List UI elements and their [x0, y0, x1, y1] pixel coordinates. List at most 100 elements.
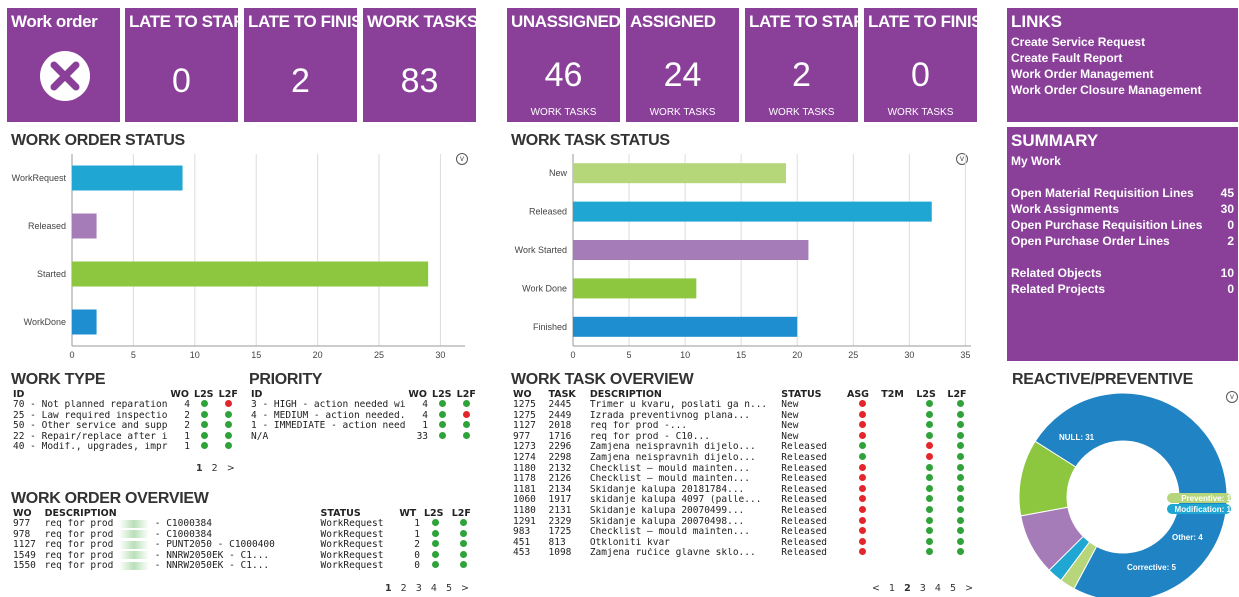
table-row[interactable]: 3 - HIGH - action needed wit... 4 [249, 400, 479, 411]
col-description[interactable]: DESCRIPTION [588, 390, 779, 400]
page-link[interactable]: > [965, 583, 974, 594]
bar-work-done[interactable] [573, 278, 697, 299]
table-row[interactable]: 1181 2134 Skidanje kalupa 20181784... Relea… [511, 484, 976, 496]
page-1[interactable]: 1 [196, 463, 204, 474]
col-wt[interactable]: WT [397, 509, 422, 519]
table-row[interactable]: N/A 33 [249, 431, 479, 443]
table-row[interactable]: 1127 req for prod - PUNT2050 - C1000400 Wo… [11, 540, 477, 551]
page-next[interactable]: > [227, 463, 236, 474]
col-wo[interactable]: WO [168, 390, 192, 400]
col-status[interactable]: STATUS [319, 509, 398, 519]
status-dot [926, 516, 934, 524]
bar-released[interactable] [573, 201, 932, 222]
late-to-finish-tasks-tile[interactable]: LATE TO FINISH 0 WORK TASKS [864, 8, 994, 122]
late-to-start-tile[interactable]: LATE TO START 0 [125, 8, 255, 122]
table-row[interactable]: 977 req for prod - C1000384 WorkRequest 1 [11, 519, 477, 530]
table-row[interactable]: 70 - Not planned reparations... 4 [11, 400, 241, 411]
col-task[interactable]: TASK [547, 390, 588, 400]
page-2[interactable]: 2 [212, 463, 219, 474]
col-l2f[interactable]: L2F [217, 390, 241, 400]
col-l2s[interactable]: L2S [914, 390, 945, 400]
table-row[interactable]: 1291 2329 Skidanje kalupa 20070498... Relea… [511, 516, 976, 528]
page-link[interactable]: 4 [431, 583, 438, 594]
page-link[interactable]: 5 [950, 583, 957, 594]
table-row[interactable]: 1274 2298 Zamjena neispravnih dijelo... Rel… [511, 452, 976, 464]
table-row[interactable]: 4 - MEDIUM - action needed... 4 [249, 410, 479, 422]
col-l2s[interactable]: L2S [430, 390, 455, 400]
bar-workdone[interactable] [72, 309, 97, 335]
col-id[interactable]: ID [11, 390, 168, 400]
table-row[interactable]: 977 1716 req for prod - C10... New [511, 431, 976, 443]
table-row[interactable]: 50 - Other service and supp... 2 [11, 421, 241, 432]
col-l2s[interactable]: L2S [422, 509, 450, 519]
summary-row[interactable]: Open Purchase Order Lines 2 [1011, 234, 1234, 248]
col-wo[interactable]: WO [511, 390, 547, 400]
col-id[interactable]: ID [249, 390, 406, 400]
col-l2f[interactable]: L2F [455, 390, 479, 400]
work-task-overview-pager[interactable]: < 1 2 3 4 5 > [872, 583, 978, 594]
unassigned-tile[interactable]: UNASSIGNED 46 WORK TASKS [507, 8, 621, 122]
late-to-start-tasks-tile[interactable]: LATE TO START 2 WORK TASKS [745, 8, 875, 122]
page-link[interactable]: 2 [401, 583, 408, 594]
col-asg[interactable]: ASG [845, 390, 879, 400]
summary-row[interactable]: Related Objects 10 [1011, 266, 1234, 280]
col-wo[interactable]: WO [11, 509, 43, 519]
page-link[interactable]: 1 [889, 583, 896, 594]
bar-work-started[interactable] [573, 240, 809, 260]
table-row[interactable]: 1275 2445 Trimer u kvaru, poslati ga n... N… [511, 400, 976, 411]
page-link[interactable]: 1 [385, 583, 393, 594]
table-row[interactable]: 1 - IMMEDIATE - action need... 1 [249, 421, 479, 432]
col-l2s[interactable]: L2S [192, 390, 217, 400]
table-row[interactable]: 1178 2126 Checklist – mould mainten... Rele… [511, 474, 976, 485]
col-description[interactable]: DESCRIPTION [43, 509, 319, 519]
table-row[interactable]: 22 - Repair/replace after ins... 1 [11, 431, 241, 443]
cell-wo: 1550 [13, 561, 36, 572]
work-order-overview-pager[interactable]: 1 2 3 4 5 > [385, 583, 474, 594]
bar-started[interactable] [72, 261, 429, 287]
link-create-fault-report[interactable]: Create Fault Report [1011, 51, 1122, 65]
table-row[interactable]: 1127 2018 req for prod -... New [511, 421, 976, 432]
col-l2f[interactable]: L2F [450, 509, 477, 519]
summary-row[interactable]: Related Projects 0 [1011, 282, 1234, 296]
work-type-pager[interactable]: 1 2 > [196, 463, 236, 474]
bar-new[interactable] [573, 163, 787, 184]
page-link[interactable]: < [872, 583, 881, 594]
table-row[interactable]: 1275 2449 Izrada preventivnog plana... New [511, 410, 976, 422]
table-row[interactable]: 453 1098 Zamjena ručice glavne sklo... Rele… [511, 548, 976, 559]
table-row[interactable]: 983 1725 Checklist – mould mainten... Relea… [511, 527, 976, 538]
table-row[interactable]: 1060 1917 skidanje kalupa 4097 (palle... Re… [511, 495, 976, 506]
work-tasks-tile[interactable]: WORK TASKS 83 [363, 8, 478, 122]
table-row[interactable]: 1550 req for prod - NNRW2050EK - C1... Wor… [11, 561, 477, 572]
cell-l2f [450, 550, 477, 562]
assigned-tile[interactable]: ASSIGNED 24 WORK TASKS [626, 8, 739, 122]
link-create-service-request[interactable]: Create Service Request [1011, 35, 1145, 49]
bar-finished[interactable] [573, 316, 798, 337]
col-wo[interactable]: WO [406, 390, 430, 400]
page-link[interactable]: 5 [446, 583, 453, 594]
summary-row[interactable]: Open Purchase Requisition Lines 0 [1011, 218, 1234, 232]
summary-row[interactable]: Work Assignments 30 [1011, 202, 1234, 216]
table-row[interactable]: 40 - Modif., upgrades, impro... 1 [11, 442, 241, 453]
page-link[interactable]: 2 [904, 583, 912, 594]
table-row[interactable]: 1180 2132 Checklist – mould mainten... Rele… [511, 463, 976, 475]
table-row[interactable]: 1180 2131 Skidanje kalupa 20070499... Relea… [511, 505, 976, 517]
summary-row[interactable]: Open Material Requisition Lines 45 [1011, 186, 1234, 200]
late-to-finish-tile[interactable]: LATE TO FINISH 2 [244, 8, 374, 122]
page-link[interactable]: 3 [416, 583, 423, 594]
table-row[interactable]: 25 - Law required inspections 2 [11, 410, 241, 422]
table-row[interactable]: 451 813 Otkloniti kvar Released [511, 537, 976, 549]
link-work-order-management[interactable]: Work Order Management [1011, 67, 1153, 81]
page-link[interactable]: > [461, 583, 470, 594]
page-link[interactable]: 3 [920, 583, 927, 594]
work-order-tile[interactable]: Work order [7, 8, 120, 122]
bar-workrequest[interactable] [72, 165, 183, 191]
col-t2m[interactable]: T2M [879, 390, 914, 400]
table-row[interactable]: 1549 req for prod - NNRW2050EK - C1... Wor… [11, 550, 477, 562]
page-link[interactable]: 4 [935, 583, 942, 594]
col-status[interactable]: STATUS [779, 390, 845, 400]
link-work-order-closure-management[interactable]: Work Order Closure Management [1011, 83, 1202, 97]
table-row[interactable]: 978 req for prod - C1000384 WorkRequest 1 [11, 529, 477, 541]
bar-released[interactable] [72, 213, 97, 239]
col-l2f[interactable]: L2F [945, 390, 976, 400]
table-row[interactable]: 1273 2296 Zamjena neispravnih dijelo... Rel… [511, 442, 976, 453]
